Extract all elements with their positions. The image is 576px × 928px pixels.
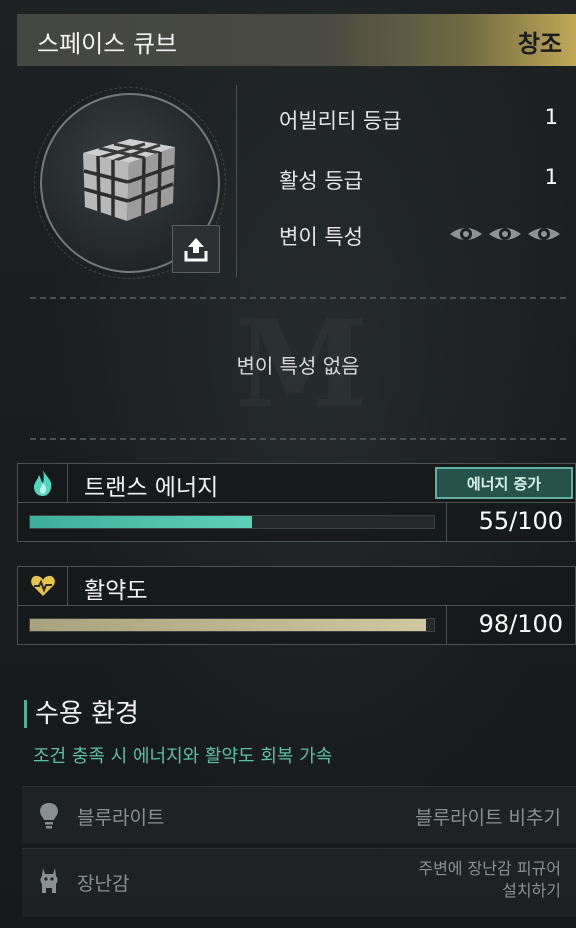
ability-grade-label: 어빌리티 등급 <box>279 109 402 133</box>
vitality-panel: 활약도 98/100 <box>17 566 576 645</box>
environment-item-condition: 블루라이트 비추기 <box>415 807 561 829</box>
heart-pulse-icon <box>18 567 68 605</box>
energy-title: 트랜스 에너지 <box>84 475 219 501</box>
ability-grade-value: 1 <box>544 105 558 129</box>
active-grade-value: 1 <box>544 165 558 189</box>
environment-subtitle: 조건 충족 시 에너지와 활약도 회복 가속 <box>33 746 333 767</box>
mutation-trait-label: 변이 특성 <box>279 225 363 249</box>
environment-item-condition: 주변에 장난감 피규어 설치하기 <box>418 858 561 902</box>
title-bar: 스페이스 큐브 창조 <box>17 14 576 66</box>
eye-icon <box>528 228 560 240</box>
dashed-divider <box>30 297 566 299</box>
vitality-progress-fill <box>30 619 426 631</box>
eye-icon <box>450 228 482 240</box>
active-grade-label: 활성 등급 <box>279 169 363 193</box>
rubik-cube-icon <box>75 133 185 223</box>
vitality-value: 98/100 <box>478 610 563 638</box>
condition-line: 설치하기 <box>502 881 561 900</box>
eye-icon <box>489 228 521 240</box>
no-mutation-text: 변이 특성 없음 <box>236 354 360 378</box>
mutation-slots <box>448 222 562 246</box>
item-title: 스페이스 큐브 <box>37 30 178 58</box>
vitality-progress-bar <box>29 618 435 632</box>
environment-item-name: 장난감 <box>77 873 130 895</box>
share-button[interactable] <box>172 225 220 273</box>
flame-icon <box>18 464 68 502</box>
environment-item-bluelight: 블루라이트 블루라이트 비추기 <box>22 786 576 843</box>
dashed-divider <box>30 438 566 440</box>
lightbulb-icon <box>37 801 61 829</box>
divider <box>236 85 237 277</box>
energy-boost-button[interactable]: 에너지 증가 <box>435 467 573 499</box>
llama-figure-icon <box>37 867 61 895</box>
vitality-title: 활약도 <box>84 578 148 604</box>
rank-badge: 창조 <box>517 30 562 58</box>
energy-value: 55/100 <box>478 507 563 535</box>
environment-item-toy: 장난감 주변에 장난감 피규어 설치하기 <box>22 848 576 917</box>
environment-title: 수용 환경 <box>24 700 139 728</box>
energy-progress-fill <box>30 516 253 528</box>
share-upload-icon <box>184 238 208 262</box>
trans-energy-panel: 트랜스 에너지 에너지 증가 55/100 <box>17 463 576 542</box>
condition-line: 주변에 장난감 피규어 <box>418 859 561 878</box>
environment-item-name: 블루라이트 <box>77 807 165 829</box>
energy-progress-bar <box>29 515 435 529</box>
